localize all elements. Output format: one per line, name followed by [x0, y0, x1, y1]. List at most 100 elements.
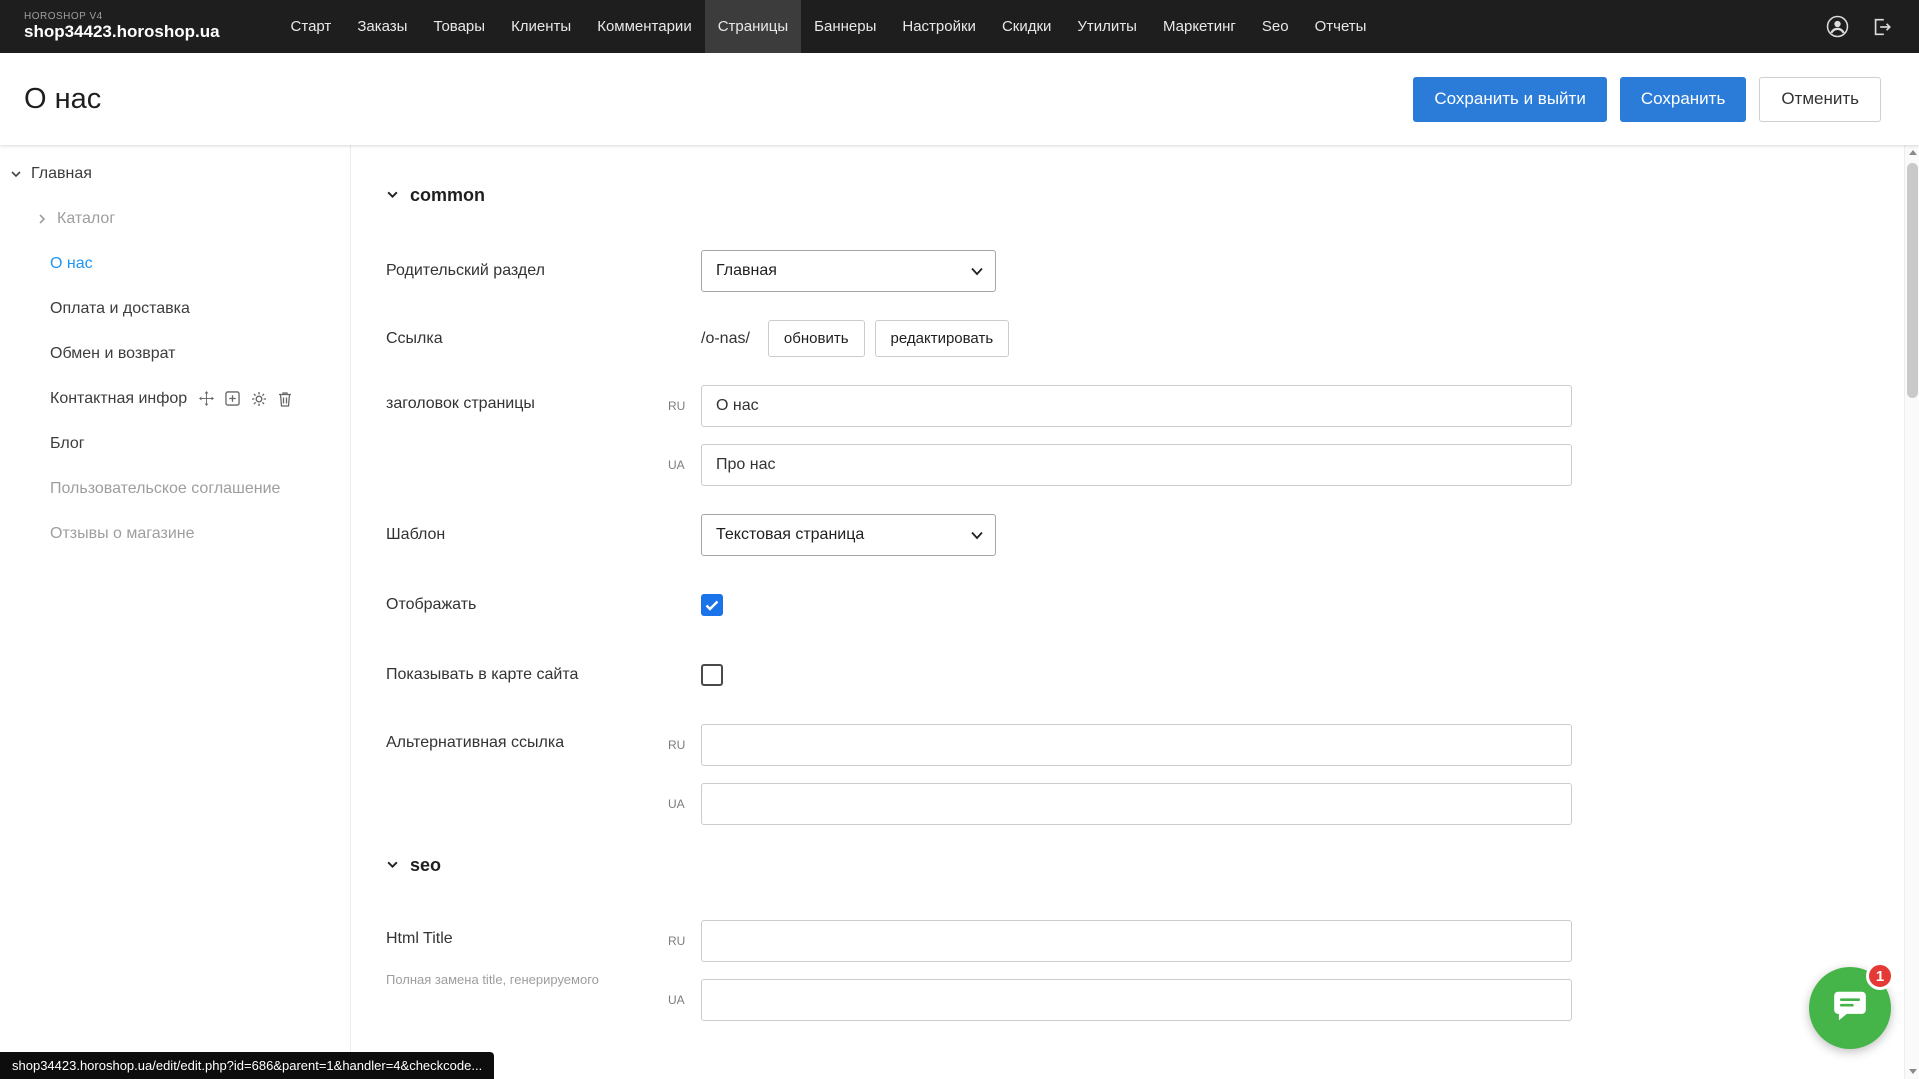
drag-move-icon[interactable] [199, 391, 214, 406]
pages-tree-sidebar: Главная Каталог О нас Оплата и доставка … [0, 145, 351, 1079]
add-page-icon[interactable] [225, 391, 240, 406]
lang-badge-ru: RU [668, 738, 701, 752]
link-path-value: /o-nas/ [701, 330, 750, 348]
link-label: Ссылка [386, 330, 668, 348]
template-label: Шаблон [386, 526, 668, 544]
chevron-down-icon [971, 531, 983, 540]
chat-unread-badge: 1 [1866, 962, 1894, 990]
tree-item-label: Обмен и возврат [50, 345, 175, 363]
nav-item-pages[interactable]: Страницы [705, 0, 801, 53]
nav-item-banners[interactable]: Баннеры [801, 0, 889, 53]
tree-item-label: Главная [31, 165, 92, 183]
section-common-header[interactable]: common [386, 185, 1904, 206]
alt-link-ru-input[interactable] [701, 724, 1572, 766]
cancel-button[interactable]: Отменить [1759, 77, 1881, 122]
section-title: seo [410, 855, 441, 876]
parent-section-row: Родительский раздел Главная [386, 250, 1904, 292]
alt-link-label: Альтернативная ссылка [386, 734, 668, 752]
nav-item-orders[interactable]: Заказы [344, 0, 420, 53]
display-label: Отображать [386, 596, 668, 614]
page-heading-ua-input[interactable] [701, 444, 1572, 486]
chevron-down-icon[interactable] [10, 168, 24, 180]
lang-badge-ua: UA [668, 458, 701, 472]
link-row: Ссылка /o-nas/ обновить редактировать [386, 320, 1904, 357]
page-header: О нас Сохранить и выйти Сохранить Отмени… [0, 53, 1919, 145]
tree-item-label: Отзывы о магазине [50, 525, 195, 543]
tree-item-about-us[interactable]: О нас [0, 241, 350, 286]
scroll-up-arrow[interactable] [1905, 145, 1919, 160]
save-button[interactable]: Сохранить [1620, 77, 1746, 122]
nav-item-discounts[interactable]: Скидки [989, 0, 1064, 53]
scrollbar-thumb[interactable] [1907, 163, 1918, 398]
html-title-hint: Полная замена title, генерируемого [386, 972, 668, 988]
html-title-ua-input[interactable] [701, 979, 1572, 1021]
lang-badge-ru: RU [668, 934, 701, 948]
section-seo-header[interactable]: seo [386, 855, 1904, 876]
vertical-scrollbar[interactable] [1904, 145, 1919, 1079]
topbar: HOROSHOP V4 shop34423.horoshop.ua Старт … [0, 0, 1919, 53]
tree-item-label: Каталог [57, 210, 115, 228]
lang-badge-ru: RU [668, 399, 701, 413]
nav-item-clients[interactable]: Клиенты [498, 0, 584, 53]
chat-bubble-icon [1831, 987, 1869, 1030]
alt-link-row: Альтернативная ссылка RU UA [386, 724, 1904, 825]
settings-gear-icon[interactable] [251, 391, 267, 407]
brand-version: HOROSHOP V4 [24, 11, 220, 23]
tree-item-catalog[interactable]: Каталог [0, 196, 350, 241]
page-heading-ru-input[interactable] [701, 385, 1572, 427]
nav-item-settings[interactable]: Настройки [889, 0, 989, 53]
template-select[interactable]: Текстовая страница [701, 514, 996, 556]
tree-item-payment-delivery[interactable]: Оплата и доставка [0, 286, 350, 331]
lang-badge-ua: UA [668, 993, 701, 1007]
tree-item-store-reviews[interactable]: Отзывы о магазине [0, 511, 350, 556]
sitemap-label: Показывать в карте сайта [386, 666, 668, 684]
tree-item-label: Контактная инфор [50, 390, 187, 408]
edit-link-button[interactable]: редактировать [875, 320, 1010, 357]
tree-item-user-agreement[interactable]: Пользовательское соглашение [0, 466, 350, 511]
selected-value: Главная [716, 262, 777, 280]
parent-section-label: Родительский раздел [386, 262, 668, 280]
chat-launcher[interactable]: 1 [1809, 967, 1891, 1049]
chevron-right-icon[interactable] [36, 213, 50, 225]
sitemap-row: Показывать в карте сайта [386, 654, 1904, 696]
page-heading-label: заголовок страницы [386, 395, 668, 413]
tree-item-contact-info[interactable]: Контактная инфор [0, 376, 350, 421]
html-title-ru-input[interactable] [701, 920, 1572, 962]
nav-item-seo[interactable]: Seo [1249, 0, 1302, 53]
save-and-exit-button[interactable]: Сохранить и выйти [1413, 77, 1606, 122]
tree-item-blog[interactable]: Блог [0, 421, 350, 466]
brand[interactable]: HOROSHOP V4 shop34423.horoshop.ua [24, 0, 220, 53]
display-checkbox[interactable] [701, 594, 723, 616]
html-title-row: Html Title Полная замена title, генериру… [386, 920, 1904, 1021]
tree-item-label: Блог [50, 435, 85, 453]
link-preview-statusbar: shop34423.horoshop.ua/edit/edit.php?id=6… [0, 1052, 494, 1079]
template-row: Шаблон Текстовая страница [386, 514, 1904, 556]
nav-item-reports[interactable]: Отчеты [1302, 0, 1380, 53]
nav-item-products[interactable]: Товары [420, 0, 498, 53]
tree-item-home[interactable]: Главная [0, 151, 350, 196]
alt-link-ua-input[interactable] [701, 783, 1572, 825]
nav-item-utilities[interactable]: Утилиты [1064, 0, 1150, 53]
brand-domain: shop34423.horoshop.ua [24, 22, 220, 42]
parent-section-select[interactable]: Главная [701, 250, 996, 292]
page-edit-form: common Родительский раздел Главная Ссылк… [352, 145, 1904, 1079]
tree-item-label: Пользовательское соглашение [50, 480, 280, 498]
refresh-link-button[interactable]: обновить [768, 320, 865, 357]
lang-badge-ua: UA [668, 797, 701, 811]
selected-value: Текстовая страница [716, 526, 864, 544]
logout-icon[interactable] [1871, 16, 1893, 38]
nav-item-marketing[interactable]: Маркетинг [1150, 0, 1249, 53]
html-title-label: Html Title [386, 930, 668, 948]
chevron-down-icon [386, 185, 399, 206]
tree-item-label: Оплата и доставка [50, 300, 190, 318]
scroll-down-arrow[interactable] [1905, 1064, 1919, 1079]
chevron-down-icon [971, 267, 983, 276]
page-heading-row: заголовок страницы RU UA [386, 385, 1904, 486]
delete-trash-icon[interactable] [278, 391, 292, 407]
nav-item-comments[interactable]: Комментарии [584, 0, 704, 53]
account-icon[interactable] [1826, 15, 1849, 38]
page-title: О нас [24, 83, 101, 116]
tree-item-exchange-return[interactable]: Обмен и возврат [0, 331, 350, 376]
sitemap-checkbox[interactable] [701, 664, 723, 686]
nav-item-start[interactable]: Старт [278, 0, 345, 53]
